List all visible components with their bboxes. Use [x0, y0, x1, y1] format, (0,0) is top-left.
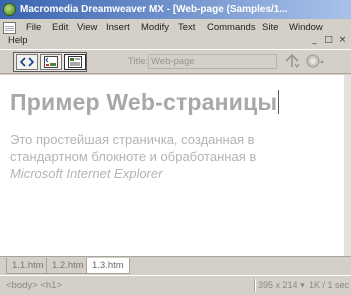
menu-site[interactable]: Site	[262, 21, 278, 35]
page-heading-text: Пример Web-страницы	[10, 89, 278, 115]
tab-1-1[interactable]: 1.1.htm	[6, 258, 50, 274]
paragraph-text: Это простейшая страничка, созданная в ст…	[10, 132, 257, 164]
title-field-label: Title:	[128, 56, 149, 67]
minimize-button[interactable]: _	[308, 35, 321, 46]
window-title: Macromedia Dreamweaver MX - [Web-page (S…	[20, 4, 288, 15]
page-paragraph[interactable]: Это простейшая страничка, созданная в ст…	[10, 131, 310, 182]
restore-button[interactable]: □	[322, 35, 335, 46]
status-bar: <body> <h1> 395 x 214 ▾ 1K / 1 sec	[0, 275, 351, 295]
menu-commands[interactable]: Commands	[207, 21, 256, 35]
document-design-view[interactable]: Пример Web-страницы Это простейшая стран…	[0, 75, 344, 256]
menu-modify[interactable]: Modify	[141, 21, 169, 35]
tab-1-3[interactable]: 1.3.htm	[86, 258, 130, 274]
code-view-button[interactable]	[16, 54, 38, 70]
split-view-icon	[44, 56, 58, 68]
text-caret	[278, 90, 280, 114]
document-tabs: 1.1.htm 1.2.htm 1.3.htm	[0, 256, 351, 275]
menu-edit[interactable]: Edit	[52, 21, 68, 35]
window-size-indicator[interactable]: 395 x 214 ▾	[258, 280, 305, 291]
design-view-icon	[68, 56, 82, 68]
dropdown-arrow-icon: ▾	[300, 280, 305, 290]
document-icon[interactable]	[3, 22, 16, 34]
window-size-value: 395 x 214	[258, 280, 298, 290]
design-view-button[interactable]	[64, 54, 86, 70]
menu-text[interactable]: Text	[178, 21, 195, 35]
vertical-scrollbar[interactable]	[344, 75, 351, 256]
title-bar[interactable]: Macromedia Dreamweaver MX - [Web-page (S…	[0, 0, 351, 19]
page-heading[interactable]: Пример Web-страницы	[10, 89, 280, 116]
menu-help[interactable]: Help	[8, 34, 28, 48]
close-button[interactable]: ×	[336, 35, 349, 46]
status-separator	[254, 279, 255, 292]
menu-insert[interactable]: Insert	[106, 21, 130, 35]
view-switcher	[13, 52, 87, 72]
menu-view[interactable]: View	[77, 21, 97, 35]
document-toolbar: Title: Web-page	[0, 50, 351, 74]
split-view-button[interactable]	[40, 54, 62, 70]
tab-1-2[interactable]: 1.2.htm	[46, 258, 90, 274]
download-stats: 1K / 1 sec	[309, 280, 350, 290]
code-view-icon	[20, 57, 34, 67]
paragraph-italic-text: Microsoft Internet Explorer	[10, 166, 163, 181]
menu-window[interactable]: Window	[289, 21, 323, 35]
file-management-icon[interactable]	[284, 53, 300, 72]
document-window-controls: _ □ ×	[308, 35, 349, 46]
preview-icon[interactable]	[306, 54, 326, 72]
menu-bar: File Edit View Insert Modify Text Comman…	[0, 19, 351, 50]
dreamweaver-logo-icon	[3, 3, 16, 16]
tag-selector[interactable]: <body> <h1>	[6, 280, 62, 291]
menu-file[interactable]: File	[26, 21, 41, 35]
page-title-input[interactable]: Web-page	[148, 54, 277, 69]
